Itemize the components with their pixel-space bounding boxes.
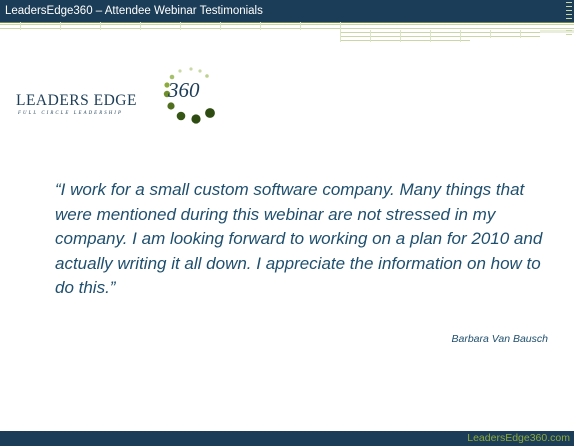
footer-bar: LeadersEdge360.com	[0, 431, 574, 446]
decorative-grid-strip	[0, 22, 574, 42]
logo-tagline: FULL CIRCLE LEADERSHIP	[18, 111, 124, 116]
slide: LeadersEdge360 – Attendee Webinar Testim…	[0, 0, 574, 446]
testimonial-quote: “I work for a small custom software comp…	[55, 180, 543, 297]
testimonial-author: Barbara Van Bausch	[451, 333, 548, 345]
leaders-edge-360-logo: LEADERS EDGE 360 FULL CIRCLE LEADERSHIP	[10, 64, 230, 136]
footer-website: LeadersEdge360.com	[467, 432, 570, 444]
header-bar: LeadersEdge360 – Attendee Webinar Testim…	[0, 0, 574, 23]
logo-wordmark: LEADERS EDGE	[16, 92, 137, 109]
header-edge-ticks	[566, 2, 572, 35]
logo-number: 360	[168, 78, 200, 102]
slide-header-title: LeadersEdge360 – Attendee Webinar Testim…	[5, 5, 263, 17]
